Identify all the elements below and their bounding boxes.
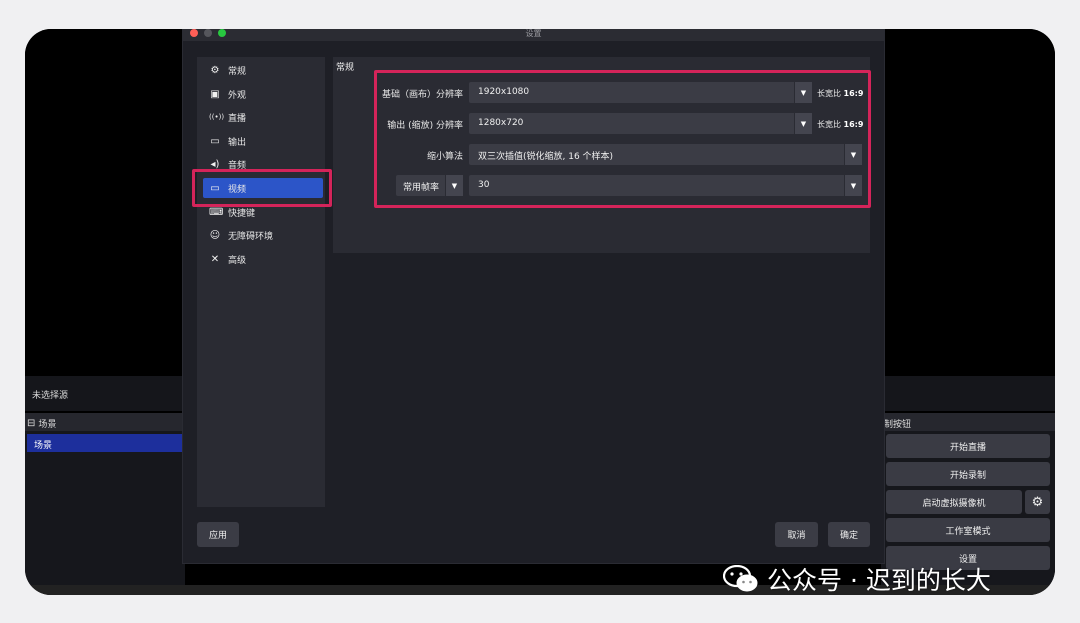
controls-dock-header: 制按钮: [881, 413, 1055, 431]
sidebar-item-accessibility[interactable]: ☺ 无障碍环境: [203, 225, 323, 245]
settings-sidebar: ⚙ 常规 ▣ 外观 ((•)) 直播 ▭ 输出 ◂) 音频 ▭ 视频 ⌨ 快捷键…: [197, 57, 325, 507]
sidebar-highlight-box: [192, 169, 332, 207]
sidebar-item-label: 输出: [228, 137, 247, 148]
sidebar-item-label: 快捷键: [228, 208, 256, 219]
minimize-window-button[interactable]: [204, 29, 212, 37]
scene-list-item[interactable]: 场景: [27, 434, 183, 452]
scenes-icon: ⊟: [27, 418, 36, 429]
app-frame: 未选择源 ⊟ 场景 场景 制按钮 开始直播 开始录制 启动虚拟摄像机 ⚙ 工作室…: [25, 29, 1055, 595]
no-source-label: 未选择源: [25, 376, 185, 411]
close-window-button[interactable]: [190, 29, 198, 37]
wechat-icon: [723, 565, 758, 592]
gear-icon[interactable]: ⚙: [1025, 490, 1050, 514]
start-stream-button[interactable]: 开始直播: [886, 434, 1050, 458]
sidebar-item-label: 外观: [228, 90, 247, 101]
appearance-icon: ▣: [210, 88, 220, 100]
cancel-button[interactable]: 取消: [775, 522, 818, 547]
broadcast-icon: ((•)): [209, 113, 225, 121]
output-icon: ▭: [210, 135, 220, 147]
sidebar-item-appearance[interactable]: ▣ 外观: [203, 84, 323, 104]
sidebar-item-label: 直播: [228, 113, 247, 124]
zoom-window-button[interactable]: [218, 29, 226, 37]
scenes-header-label: 场景: [38, 420, 57, 430]
sidebar-item-output[interactable]: ▭ 输出: [203, 131, 323, 151]
apply-button[interactable]: 应用: [197, 522, 239, 547]
section-title: 常规: [336, 63, 355, 73]
sidebar-item-advanced[interactable]: ✕ 高级: [203, 249, 323, 269]
dialog-titlebar: 设置: [183, 29, 884, 41]
settings-dialog: 设置 ⚙ 常规 ▣ 外观 ((•)) 直播 ▭ 输出 ◂) 音频 ▭ 视频 ⌨ …: [183, 29, 884, 563]
sidebar-item-label: 常规: [228, 66, 247, 77]
dialog-title: 设置: [525, 29, 542, 38]
studio-mode-button[interactable]: 工作室模式: [886, 518, 1050, 542]
sidebar-item-label: 高级: [228, 255, 247, 266]
sidebar-item-general[interactable]: ⚙ 常规: [203, 60, 323, 80]
scenes-list: 场景: [25, 431, 185, 595]
virtual-camera-button[interactable]: 启动虚拟摄像机: [886, 490, 1022, 514]
sidebar-item-stream[interactable]: ((•)) 直播: [203, 107, 323, 127]
sidebar-item-label: 无障碍环境: [228, 231, 274, 242]
watermark-text: 公众号 · 迟到的长大: [767, 566, 991, 595]
gear-icon: ⚙: [210, 64, 220, 76]
start-record-button[interactable]: 开始录制: [886, 462, 1050, 486]
keyboard-icon: ⌨: [209, 206, 224, 218]
accessibility-icon: ☺: [209, 229, 221, 241]
scenes-dock-header: ⊟ 场景: [25, 413, 185, 431]
ok-button[interactable]: 确定: [828, 522, 870, 547]
right-panel-top: [881, 376, 1055, 411]
watermark: 公众号 · 迟到的长大: [723, 561, 991, 597]
speaker-icon: ◂): [210, 158, 220, 170]
tools-icon: ✕: [210, 253, 220, 265]
settings-highlight-box: [374, 70, 871, 208]
